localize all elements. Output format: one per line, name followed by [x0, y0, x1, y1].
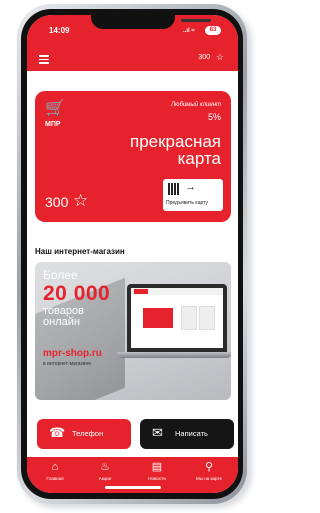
section-title: Наш интернет-магазин — [35, 247, 125, 256]
nav-item-home[interactable]: ⌂ Главная — [33, 460, 77, 481]
nav-label-news: Новости — [148, 476, 166, 481]
shop-banner[interactable]: Более 20 000 товаров онлайн mpr-shop.ru … — [35, 262, 231, 400]
nav-label-promos: Акции — [98, 476, 112, 481]
laptop-screen-logo — [134, 289, 148, 294]
app-header: 300 ☆ — [27, 47, 238, 71]
show-card-button[interactable]: → Предъявить карту — [163, 179, 223, 211]
status-time: 14:09 — [49, 26, 70, 35]
laptop-screen-bar — [131, 288, 223, 295]
laptop-base — [116, 352, 231, 358]
write-button[interactable]: ✉ Написать — [140, 419, 234, 449]
arrow-right-icon: → — [185, 181, 196, 193]
map-pin-icon: ⚲ — [204, 461, 214, 473]
phone-icon: ☎ — [49, 425, 66, 440]
discount-percent: 5% — [207, 112, 221, 122]
app-screen: 14:09 ..ıl ≈ 83 300 ☆ 🛒 МПР Любимый клие… — [27, 15, 238, 493]
menu-icon[interactable] — [39, 55, 49, 66]
news-icon: ▤ — [151, 461, 163, 473]
laptop-screen — [131, 288, 223, 348]
nav-item-map[interactable]: ⚲ Мы на карте — [187, 460, 231, 481]
home-icon: ⌂ — [51, 461, 59, 473]
banner-number: 20 000 — [43, 282, 111, 305]
status-bar: 14:09 ..ıl ≈ 83 — [27, 15, 238, 47]
banner-site: mpr-shop.ru — [43, 348, 102, 359]
fire-icon: ♨ — [100, 461, 110, 473]
phone-notch — [91, 15, 211, 29]
battery-icon: 83 — [205, 26, 221, 35]
home-indicator — [105, 486, 161, 489]
laptop-screen-product — [199, 306, 215, 330]
write-button-label: Написать — [175, 429, 208, 438]
banner-more: Более — [43, 268, 78, 282]
qr-code-icon — [168, 183, 180, 195]
nav-item-news[interactable]: ▤ Новости — [135, 460, 179, 481]
phone-button[interactable]: ☎ Телефон — [37, 419, 131, 449]
star-icon: ☆ — [73, 191, 89, 210]
bottom-nav: ⌂ Главная ♨ Акции ▤ Новости ⚲ Мы на карт… — [27, 457, 238, 493]
cart-logo-icon: 🛒 — [45, 100, 65, 117]
card-title-line2: карта — [177, 149, 221, 168]
show-card-label: Предъявить карту — [166, 200, 209, 206]
speaker — [181, 19, 211, 22]
message-icon: ✉ — [152, 425, 163, 440]
favorite-client-label: Любимый клиент — [170, 102, 221, 108]
loyalty-card[interactable]: 🛒 МПР Любимый клиент 5% прекрасная карта… — [35, 91, 231, 222]
card-balance: 300 — [45, 194, 69, 210]
star-icon[interactable]: ☆ — [216, 52, 224, 63]
card-logo: МПР — [45, 121, 61, 128]
header-points[interactable]: 300 — [198, 54, 210, 61]
phone-button-label: Телефон — [72, 429, 104, 438]
nav-label-home: Главная — [46, 476, 64, 481]
laptop-screen-promo — [143, 308, 173, 328]
card-title-line1: прекрасная — [129, 132, 221, 151]
banner-online: онлайн — [43, 316, 80, 328]
signal-icon: ..ıl ≈ — [183, 28, 195, 34]
banner-subtitle: в интернет-магазине — [43, 361, 92, 367]
laptop-screen-product — [181, 306, 197, 330]
nav-label-map: Мы на карте — [196, 476, 222, 481]
nav-item-promos[interactable]: ♨ Акции — [83, 460, 127, 481]
